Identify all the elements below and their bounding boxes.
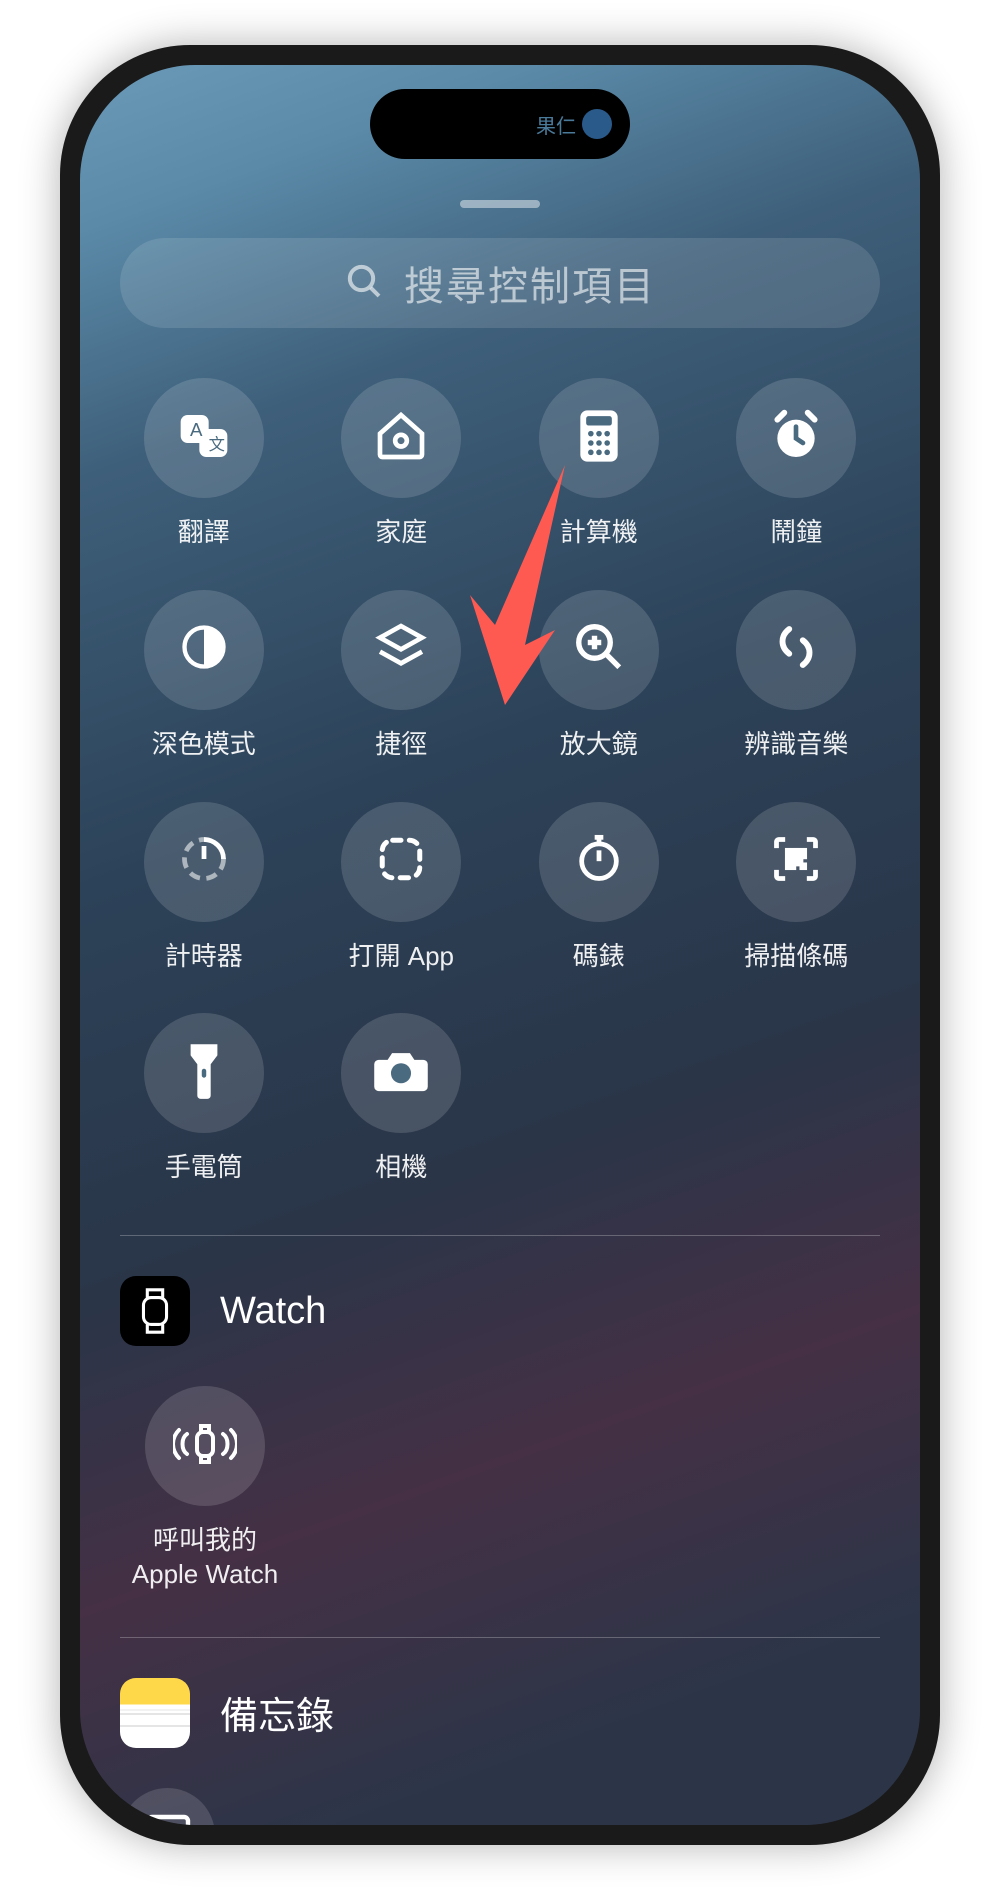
control-label: 捷徑 [375, 728, 427, 762]
phone-frame: 果仁 搜尋控制項目 A文 [60, 45, 940, 1845]
section-title: Watch [220, 1290, 326, 1333]
search-input[interactable]: 搜尋控制項目 [120, 238, 880, 328]
control-label: 手電筒 [165, 1151, 243, 1185]
control-darkmode[interactable]: 深色模式 [120, 590, 288, 762]
control-stopwatch[interactable]: 碼錶 [515, 802, 683, 974]
open-app-icon [376, 834, 426, 889]
darkmode-icon [178, 621, 230, 678]
watch-section-header: Watch [120, 1276, 880, 1346]
control-label: 碼錶 [573, 940, 625, 974]
control-shortcuts[interactable]: 捷徑 [318, 590, 486, 762]
freeform-icon [144, 1813, 192, 1825]
island-avatar-icon [582, 109, 612, 139]
watch-app-icon [120, 1276, 190, 1346]
home-icon [373, 408, 429, 469]
control-label: 鬧鐘 [770, 516, 822, 550]
section-divider [120, 1235, 880, 1236]
control-label: 翻譯 [178, 516, 230, 550]
calculator-icon [574, 408, 624, 469]
control-label: 家庭 [375, 516, 427, 550]
notes-app-icon [120, 1678, 190, 1748]
section-title: 備忘錄 [220, 1685, 334, 1740]
control-camera[interactable]: 相機 [318, 1013, 486, 1185]
phone-screen: 果仁 搜尋控制項目 A文 [80, 65, 920, 1825]
search-icon [344, 261, 384, 306]
stopwatch-icon [573, 833, 625, 890]
control-label: 掃描條碼 [744, 940, 848, 974]
timer-icon [178, 833, 230, 890]
magnifier-icon [572, 620, 626, 679]
camera-icon [372, 1047, 430, 1100]
shazam-icon [769, 620, 823, 679]
control-gallery-sheet: 搜尋控制項目 A文 翻譯 家庭 [80, 200, 920, 1825]
flashlight-icon [183, 1042, 225, 1105]
control-open-app[interactable]: 打開 App [318, 802, 486, 974]
control-partial-item[interactable] [120, 1788, 215, 1825]
control-flashlight[interactable]: 手電筒 [120, 1013, 288, 1185]
sheet-handle[interactable] [460, 200, 540, 208]
control-label: 計時器 [165, 940, 243, 974]
control-label: 打開 App [349, 940, 455, 974]
control-magnifier[interactable]: 放大鏡 [515, 590, 683, 762]
section-divider [120, 1637, 880, 1638]
search-placeholder: 搜尋控制項目 [404, 254, 656, 312]
control-alarm[interactable]: 鬧鐘 [713, 378, 881, 550]
control-timer[interactable]: 計時器 [120, 802, 288, 974]
notes-section-header: 備忘錄 [120, 1678, 880, 1748]
dynamic-island: 果仁 [370, 89, 630, 159]
controls-grid: A文 翻譯 家庭 計算機 [120, 378, 880, 1185]
control-scan-code[interactable]: 掃描條碼 [713, 802, 881, 974]
control-ping-watch[interactable]: 呼叫我的 Apple Watch [120, 1386, 290, 1592]
island-text: 果仁 [536, 110, 576, 139]
control-label: 計算機 [560, 516, 638, 550]
control-translate[interactable]: A文 翻譯 [120, 378, 288, 550]
translate-icon: A文 [176, 408, 232, 469]
control-label: 放大鏡 [560, 728, 638, 762]
alarm-icon [768, 408, 824, 469]
control-label: 相機 [375, 1151, 427, 1185]
control-label: 辨識音樂 [744, 728, 848, 762]
control-home[interactable]: 家庭 [318, 378, 486, 550]
control-recognize-music[interactable]: 辨識音樂 [713, 590, 881, 762]
control-calculator[interactable]: 計算機 [515, 378, 683, 550]
shortcuts-icon [373, 619, 429, 680]
svg-text:A: A [190, 419, 203, 440]
svg-text:文: 文 [208, 436, 224, 454]
qr-scan-icon [770, 833, 822, 890]
control-label: 深色模式 [152, 728, 256, 762]
control-label: 呼叫我的 Apple Watch [132, 1524, 278, 1592]
ping-watch-icon [173, 1418, 237, 1475]
